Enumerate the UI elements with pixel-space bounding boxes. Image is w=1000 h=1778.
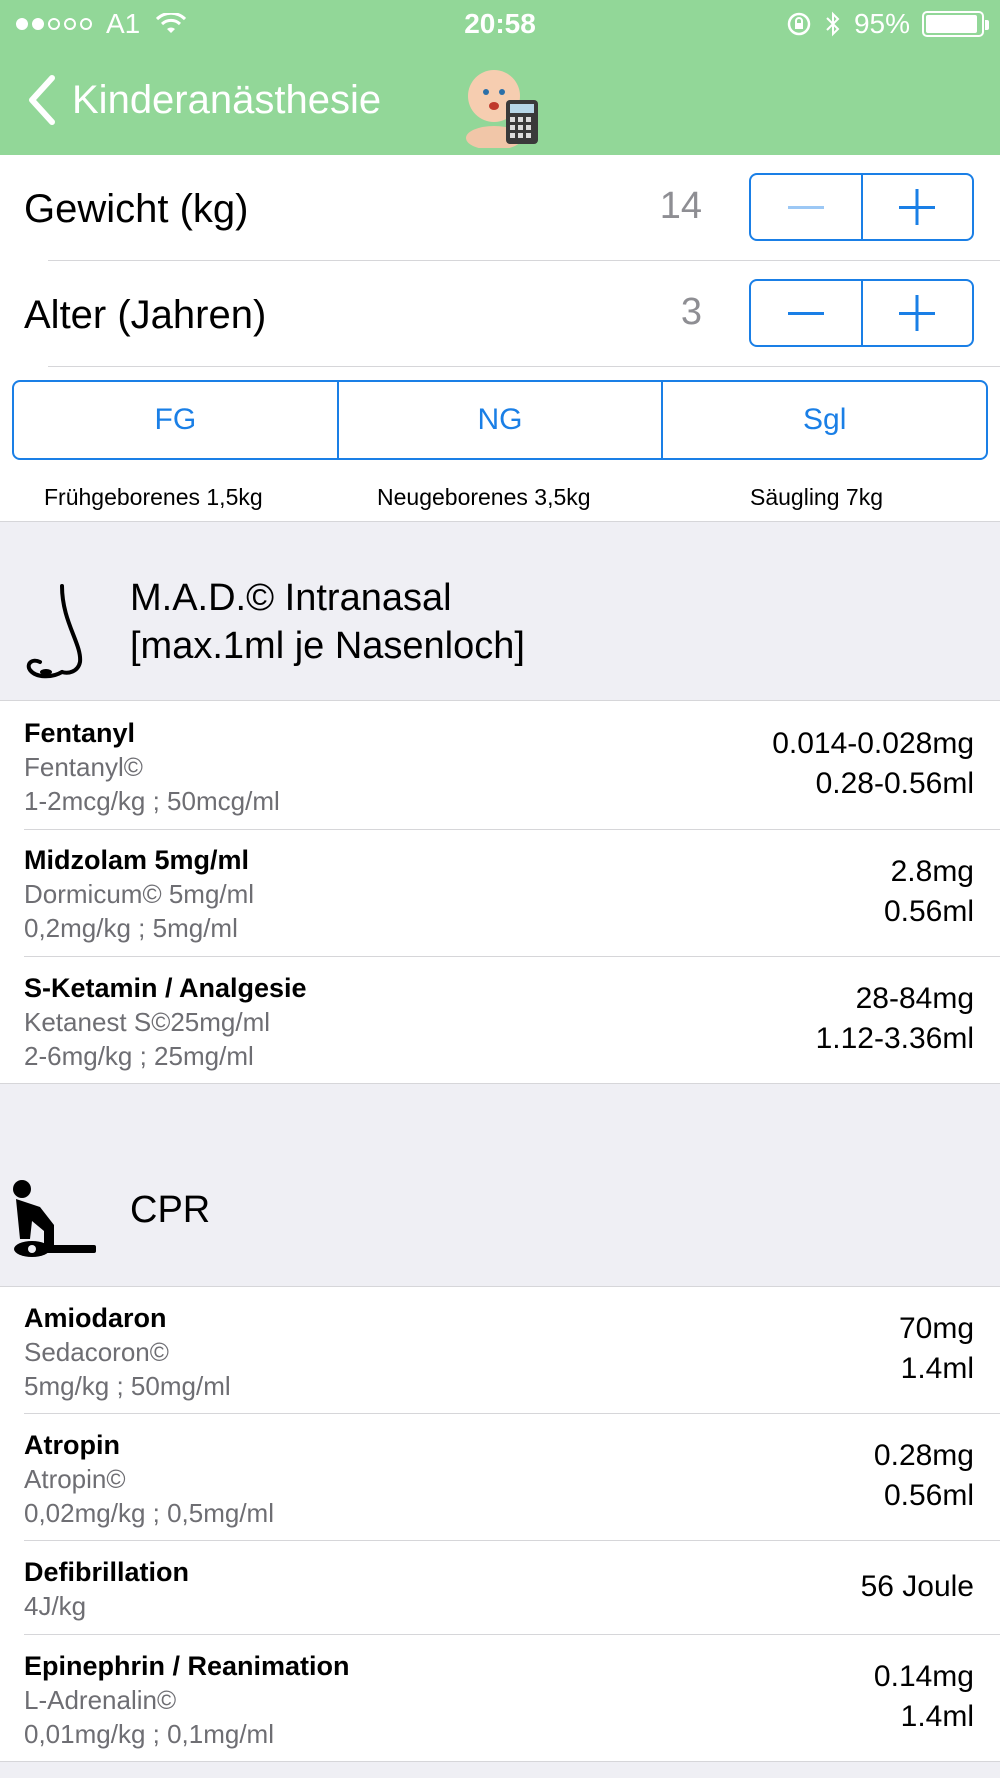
segment-captions: Frühgeborenes 1,5kg Neugeborenes 3,5kg S… [0,484,1000,520]
dose-ml: 0.28-0.56ml [815,767,974,800]
list-item[interactable]: Midzolam 5mg/ml Dormicum© 5mg/ml 0,2mg/k… [0,830,1000,956]
drug-name: Midzolam 5mg/ml [24,845,250,875]
drug-name: Atropin [24,1430,120,1460]
segment-fg[interactable]: FG [14,382,337,458]
dose-mg: 0.014-0.028mg [772,727,974,760]
list-item[interactable]: Amiodaron Sedacoron© 5mg/kg ; 50mg/ml 70… [0,1288,1000,1413]
drug-brand: Dormicum© 5mg/ml [24,879,255,909]
dose-mg: 70mg [898,1312,974,1345]
section-title: M.A.D.© Intranasal [max.1ml je Nasenloch… [130,574,525,670]
list-item[interactable]: Defibrillation 4J/kg 56 Joule [0,1541,1000,1634]
caption-ng: Neugeborenes 3,5kg [377,484,591,510]
list-item[interactable]: Fentanyl Fentanyl© 1-2mcg/kg ; 50mcg/ml … [0,702,1000,829]
drug-brand: Ketanest S©25mg/ml [24,1007,271,1037]
section-title: CPR [130,1189,211,1231]
status-bar: A1 20:58 95% [0,0,1000,50]
dose-mg: 0.28mg [873,1439,974,1472]
drug-dosage: 0,01mg/kg ; 0,1mg/ml [24,1719,274,1749]
cpr-icon [13,1180,96,1257]
drug-name: S-Ketamin / Analgesie [24,973,307,1003]
minus-icon [787,312,824,315]
bluetooth-icon [826,11,840,37]
drug-brand: Sedacoron© [24,1337,169,1367]
navigation-bar: A1 20:58 95% Kinderanästhesie [0,0,1000,155]
section-title-line1: M.A.D.© Intranasal [130,577,452,619]
drug-name: Amiodaron [24,1303,167,1333]
nose-icon [26,584,83,679]
caption-fg: Frühgeborenes 1,5kg [44,484,263,510]
drug-brand: Atropin© [24,1464,126,1494]
drug-brand: Fentanyl© [24,752,143,782]
age-group-segmented-control[interactable]: FG NG Sgl [12,380,988,460]
row-divider [48,366,1000,367]
age-row: Alter (Jahren) 3 [0,261,1000,367]
list-item[interactable]: S-Ketamin / Analgesie Ketanest S©25mg/ml… [0,957,1000,1083]
battery-icon [922,11,989,37]
dose-ml: 1.12-3.36ml [815,1022,974,1055]
dose-mg: 28-84mg [855,982,974,1015]
drug-brand: L-Adrenalin© [24,1685,177,1715]
minus-icon [787,206,824,209]
plus-icon [899,189,936,225]
list-item[interactable]: Atropin Atropin© 0,02mg/kg ; 0,5mg/ml 0.… [0,1414,1000,1540]
age-increment-button[interactable] [860,281,973,345]
dose-ml: 0.56ml [883,1479,974,1512]
drug-dosage: 1-2mcg/kg ; 50mcg/ml [24,786,280,816]
dose-ml: 0.56ml [883,895,974,928]
weight-increment-button[interactable] [860,175,973,239]
section-title-line2: [max.1ml je Nasenloch] [130,625,525,667]
weight-value: 14 [659,185,702,227]
age-stepper[interactable] [749,279,974,347]
age-label: Alter (Jahren) [24,293,267,337]
dose-mg: 2.8mg [890,855,974,888]
chevron-left-icon [29,75,55,125]
segment-sgl[interactable]: Sgl [661,382,986,458]
drug-dosage: 2-6mg/kg ; 25mg/ml [24,1041,254,1071]
battery-percentage: 95% [853,8,910,39]
age-value: 3 [680,291,702,333]
dose-ml: 1.4ml [900,1700,974,1733]
section-header-cpr: CPR [0,1083,1000,1287]
weight-label: Gewicht (kg) [24,187,249,231]
drug-brand: 4J/kg [24,1591,87,1621]
section-header-intranasal: M.A.D.© Intranasal [max.1ml je Nasenloch… [0,521,1000,701]
rotation-lock-icon [787,12,811,36]
caption-sgl: Säugling 7kg [750,484,883,510]
back-button-label: Kinderanästhesie [72,77,382,122]
section-footer [0,1762,1000,1778]
weight-row: Gewicht (kg) 14 [0,155,1000,261]
segment-ng[interactable]: NG [336,382,662,458]
baby-calculator-icon [466,70,538,148]
age-decrement-button[interactable] [751,281,861,345]
drug-name: Defibrillation [24,1557,190,1587]
dose-mg: 0.14mg [873,1660,974,1693]
dose-joule: 56 Joule [860,1570,974,1603]
drug-dosage: 5mg/kg ; 50mg/ml [24,1371,231,1401]
drug-name: Fentanyl [24,718,136,748]
weight-decrement-button[interactable] [751,175,861,239]
list-item[interactable]: Epinephrin / Reanimation L-Adrenalin© 0,… [0,1635,1000,1761]
drug-dosage: 0,02mg/kg ; 0,5mg/ml [24,1498,274,1528]
drug-dosage: 0,2mg/kg ; 5mg/ml [24,913,238,943]
drug-name: Epinephrin / Reanimation [24,1651,350,1681]
weight-stepper[interactable] [749,173,974,241]
dose-ml: 1.4ml [900,1352,974,1385]
back-button[interactable]: Kinderanästhesie [26,74,381,126]
plus-icon [899,295,936,331]
